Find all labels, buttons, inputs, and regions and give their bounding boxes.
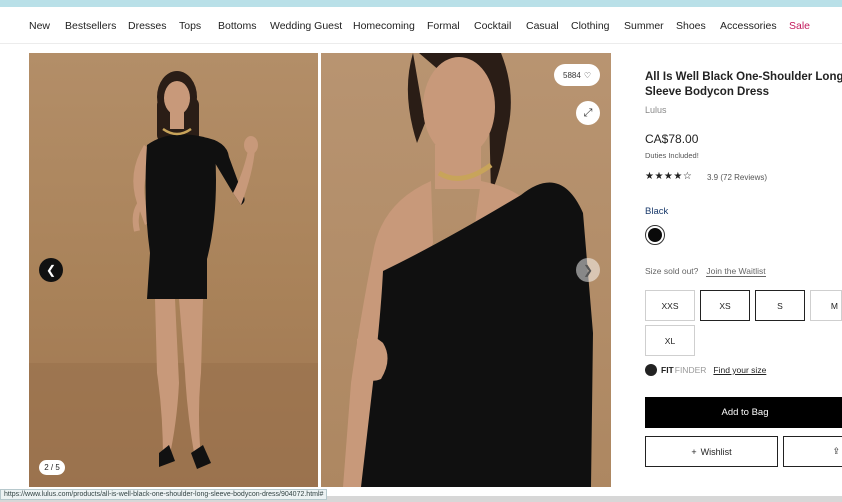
browser-status-url: https://www.lulus.com/products/all-is-we…	[0, 489, 328, 500]
nav-item-bottoms[interactable]: Bottoms	[218, 20, 257, 32]
wishlist-button[interactable]: + Wishlist	[645, 436, 778, 467]
fit-finder-brand: FIT	[661, 365, 674, 375]
product-gallery	[29, 53, 611, 487]
size-option-s[interactable]: S	[755, 290, 805, 321]
product-brand[interactable]: Lulus	[645, 105, 667, 115]
duties-note: Duties Included!	[645, 151, 699, 160]
share-icon: ⇪	[832, 446, 840, 456]
share-button[interactable]: ⇪	[783, 436, 842, 467]
rating-stars[interactable]: ★★★★☆	[645, 171, 692, 182]
nav-item-tops[interactable]: Tops	[179, 20, 201, 32]
plus-icon: +	[691, 446, 697, 457]
nav-item-homecoming[interactable]: Homecoming	[353, 20, 415, 32]
gallery-next-button[interactable]: ❯	[576, 258, 600, 282]
heart-icon: ♡	[583, 70, 591, 80]
nav-item-bestsellers[interactable]: Bestsellers	[65, 20, 116, 32]
expand-icon: ⤢	[583, 106, 593, 119]
add-to-bag-button[interactable]: Add to Bag	[645, 397, 842, 428]
chevron-right-icon: ❯	[582, 263, 594, 277]
product-image-full-length[interactable]	[29, 53, 318, 487]
nav-item-new[interactable]: New	[29, 20, 50, 32]
model-closeup-illustration	[343, 53, 593, 487]
wishlist-label: Wishlist	[700, 446, 732, 457]
size-soldout-row: Size sold out? Join the Waitlist	[645, 266, 766, 277]
rating-text[interactable]: 3.9 (72 Reviews)	[707, 173, 767, 182]
favorite-count: 5884	[563, 70, 581, 80]
size-option-xl[interactable]: XL	[645, 325, 695, 356]
nav-item-casual[interactable]: Casual	[526, 20, 559, 32]
model-full-illustration	[29, 71, 318, 487]
nav-item-clothing[interactable]: Clothing	[571, 20, 610, 32]
chevron-left-icon: ❮	[45, 263, 57, 277]
fit-finder-suffix: FINDER	[674, 365, 707, 375]
gallery-counter: 2 / 5	[39, 460, 65, 475]
product-info-panel: All Is Well Black One-Shoulder Long Slee…	[645, 0, 842, 502]
gallery-prev-button[interactable]: ❮	[39, 258, 63, 282]
product-price: CA$78.00	[645, 132, 699, 146]
size-option-m[interactable]: M	[810, 290, 842, 321]
find-your-size-link[interactable]: Find your size	[713, 365, 766, 375]
product-image-closeup[interactable]	[321, 53, 611, 487]
color-swatch-black[interactable]	[645, 225, 665, 245]
product-title: All Is Well Black One-Shoulder Long Slee…	[645, 71, 842, 98]
soldout-text: Size sold out?	[645, 266, 699, 276]
nav-item-cocktail[interactable]: Cocktail	[474, 20, 511, 32]
fit-finder: FIT FINDER Find your size	[645, 364, 766, 376]
favorite-button[interactable]: 5884 ♡	[554, 64, 600, 86]
expand-image-button[interactable]: ⤢	[576, 101, 600, 125]
nav-item-dresses[interactable]: Dresses	[128, 20, 167, 32]
nav-item-wedding-guest[interactable]: Wedding Guest	[270, 20, 342, 32]
fit-finder-icon	[645, 364, 657, 376]
size-option-xs[interactable]: XS	[700, 290, 750, 321]
size-option-xxs[interactable]: XXS	[645, 290, 695, 321]
waitlist-link[interactable]: Join the Waitlist	[706, 266, 766, 277]
color-label: Black	[645, 206, 669, 217]
nav-item-formal[interactable]: Formal	[427, 20, 460, 32]
